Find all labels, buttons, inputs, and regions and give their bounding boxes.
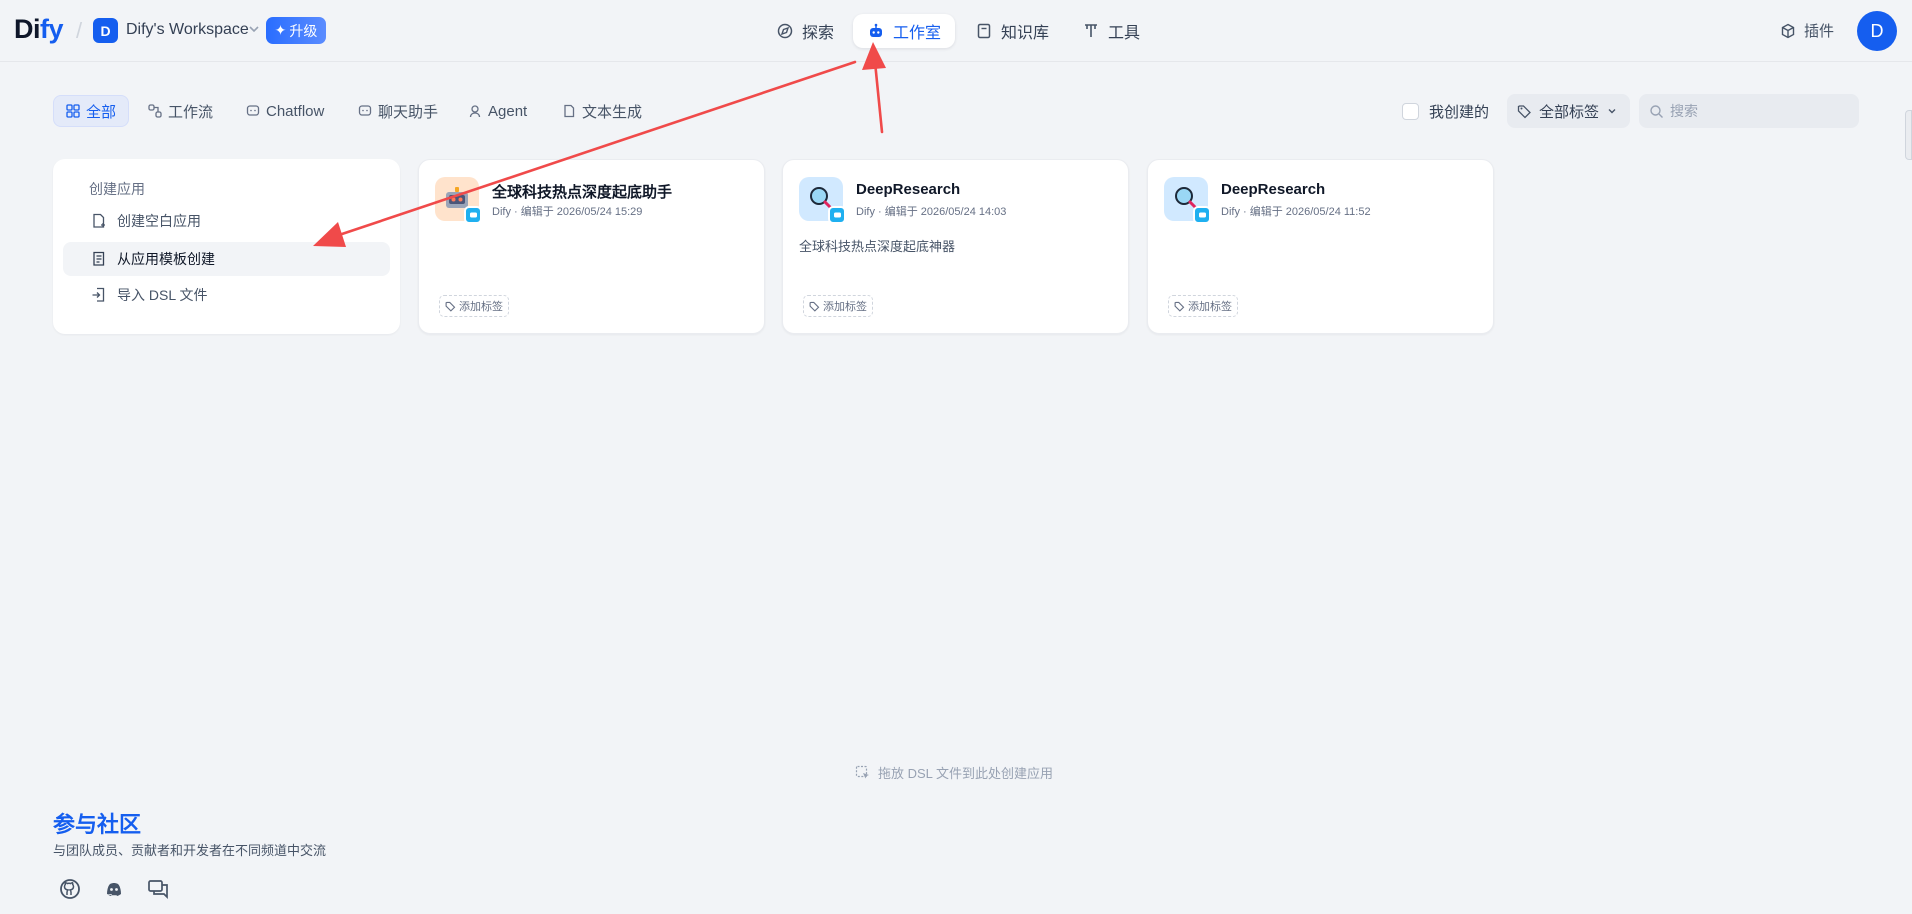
drop-file-icon [855,765,869,778]
create-item-label: 导入 DSL 文件 [117,287,208,303]
user-avatar[interactable]: D [1857,11,1897,51]
tag-filter-select[interactable]: 全部标签 [1507,94,1630,128]
grid-icon [66,104,80,118]
add-tag-label: 添加标签 [459,301,503,313]
filter-tab-chatbot[interactable]: 聊天助手 [346,95,450,127]
nav-label: 知识库 [1001,25,1050,42]
add-tag-button[interactable]: 添加标签 [1168,295,1238,317]
app-card[interactable]: DeepResearch Dify · 编辑于 2026/05/24 14:03… [782,159,1129,334]
workspace-avatar[interactable]: D [93,18,118,43]
app-description: 全球科技热点深度起底神器 [799,239,956,254]
book-icon [977,23,991,39]
sparkle-icon: ✦ [274,22,287,38]
filter-tab-label: 全部 [86,103,117,121]
filter-tab-label: 工作流 [168,103,214,121]
create-blank-app-button[interactable]: 创建空白应用 [63,204,390,238]
filter-tab-label: Agent [488,102,528,120]
app-name: DeepResearch [856,181,961,198]
created-by-me-label: 我创建的 [1429,104,1490,121]
filter-tab-label: 聊天助手 [378,103,439,121]
plugins-button[interactable]: 插件 [1780,20,1834,41]
top-bar: Dify / D Dify's Workspace ✦ 升级 探索 工作室 知识… [0,0,1912,62]
add-tag-button[interactable]: 添加标签 [439,295,509,317]
dsl-drop-hint: 拖放 DSL 文件到此处创建应用 [855,763,1053,782]
filter-tab-agent[interactable]: Agent [456,95,539,127]
chat-badge-icon [1193,206,1211,224]
create-item-label: 从应用模板创建 [117,251,215,267]
community-subtitle: 与团队成员、贡献者和开发者在不同频道中交流 [53,843,327,858]
nav-label: 工作室 [893,25,942,42]
filter-tab-completion[interactable]: 文本生成 [550,95,654,127]
drop-hint-label: 拖放 DSL 文件到此处创建应用 [878,766,1054,781]
tag-icon [445,301,456,312]
nav-label: 探索 [802,25,835,42]
compass-icon [777,23,793,39]
chevron-down-icon[interactable] [247,22,261,36]
breadcrumb-separator: / [76,18,83,43]
create-item-label: 创建空白应用 [117,213,201,229]
create-app-title: 创建应用 [89,181,145,197]
chat-bubble-icon [246,105,260,116]
filter-tab-label: Chatflow [266,102,325,120]
community-title: 参与社区 [53,812,142,837]
create-from-template-button[interactable]: 从应用模板创建 [63,242,390,276]
template-icon [93,251,105,266]
tag-icon [809,301,820,312]
tag-filter-label: 全部标签 [1539,103,1600,121]
app-name: DeepResearch [1221,181,1326,198]
document-icon [564,104,575,118]
search-icon [1650,104,1663,118]
nav-explore[interactable]: 探索 [762,14,848,48]
robot-icon [870,23,882,37]
cube-icon [1781,23,1795,38]
import-icon [92,287,105,302]
chat-badge-icon [828,206,846,224]
import-dsl-button[interactable]: 导入 DSL 文件 [63,278,390,312]
search-box[interactable] [1639,94,1859,128]
upgrade-label: 升级 [289,22,318,39]
chat-badge-icon [464,206,482,224]
nav-label: 工具 [1108,25,1141,42]
app-meta: Dify · 编辑于 2026/05/24 11:52 [1221,206,1371,218]
filter-tab-all[interactable]: 全部 [53,95,130,127]
plugins-label: 插件 [1804,23,1835,40]
discord-icon[interactable] [102,877,126,901]
app-card[interactable]: DeepResearch Dify · 编辑于 2026/05/24 11:52… [1147,159,1494,334]
search-input[interactable] [1670,103,1840,119]
dify-logo[interactable]: Dify [14,14,64,45]
create-app-card: 创建应用 创建空白应用 从应用模板创建 导入 DSL 文件 [53,159,400,334]
nav-knowledge[interactable]: 知识库 [961,14,1063,48]
app-card[interactable]: 全球科技热点深度起底助手 Dify · 编辑于 2026/05/24 15:29… [418,159,765,334]
created-by-me-toggle[interactable]: 我创建的 [1402,101,1489,122]
app-meta: Dify · 编辑于 2026/05/24 14:03 [856,206,1007,218]
workspace-name[interactable]: Dify's Workspace [126,21,249,39]
agent-icon [469,105,481,118]
app-meta: Dify · 编辑于 2026/05/24 15:29 [492,206,643,218]
upgrade-button[interactable]: ✦ 升级 [266,17,326,44]
app-name: 全球科技热点深度起底助手 [492,184,673,201]
nav-tools[interactable]: 工具 [1068,14,1154,48]
created-by-me-checkbox[interactable] [1402,103,1419,120]
nav-studio[interactable]: 工作室 [853,14,956,48]
add-tag-label: 添加标签 [1188,301,1232,313]
filter-tab-workflow[interactable]: 工作流 [136,95,225,127]
file-plus-icon [93,213,105,228]
filter-tab-label: 文本生成 [582,103,643,121]
side-panel-handle[interactable] [1905,110,1912,160]
forum-icon[interactable] [146,877,170,901]
add-tag-button[interactable]: 添加标签 [803,295,873,317]
chat-bubble-icon [358,105,372,116]
tag-icon [1174,301,1185,312]
tag-icon [1517,104,1531,118]
hammer-icon [1085,24,1097,37]
chevron-down-icon [1608,109,1616,114]
github-icon[interactable] [58,877,82,901]
add-tag-label: 添加标签 [823,301,867,313]
workflow-icon [148,104,162,118]
filter-tab-chatflow[interactable]: Chatflow [234,95,336,127]
